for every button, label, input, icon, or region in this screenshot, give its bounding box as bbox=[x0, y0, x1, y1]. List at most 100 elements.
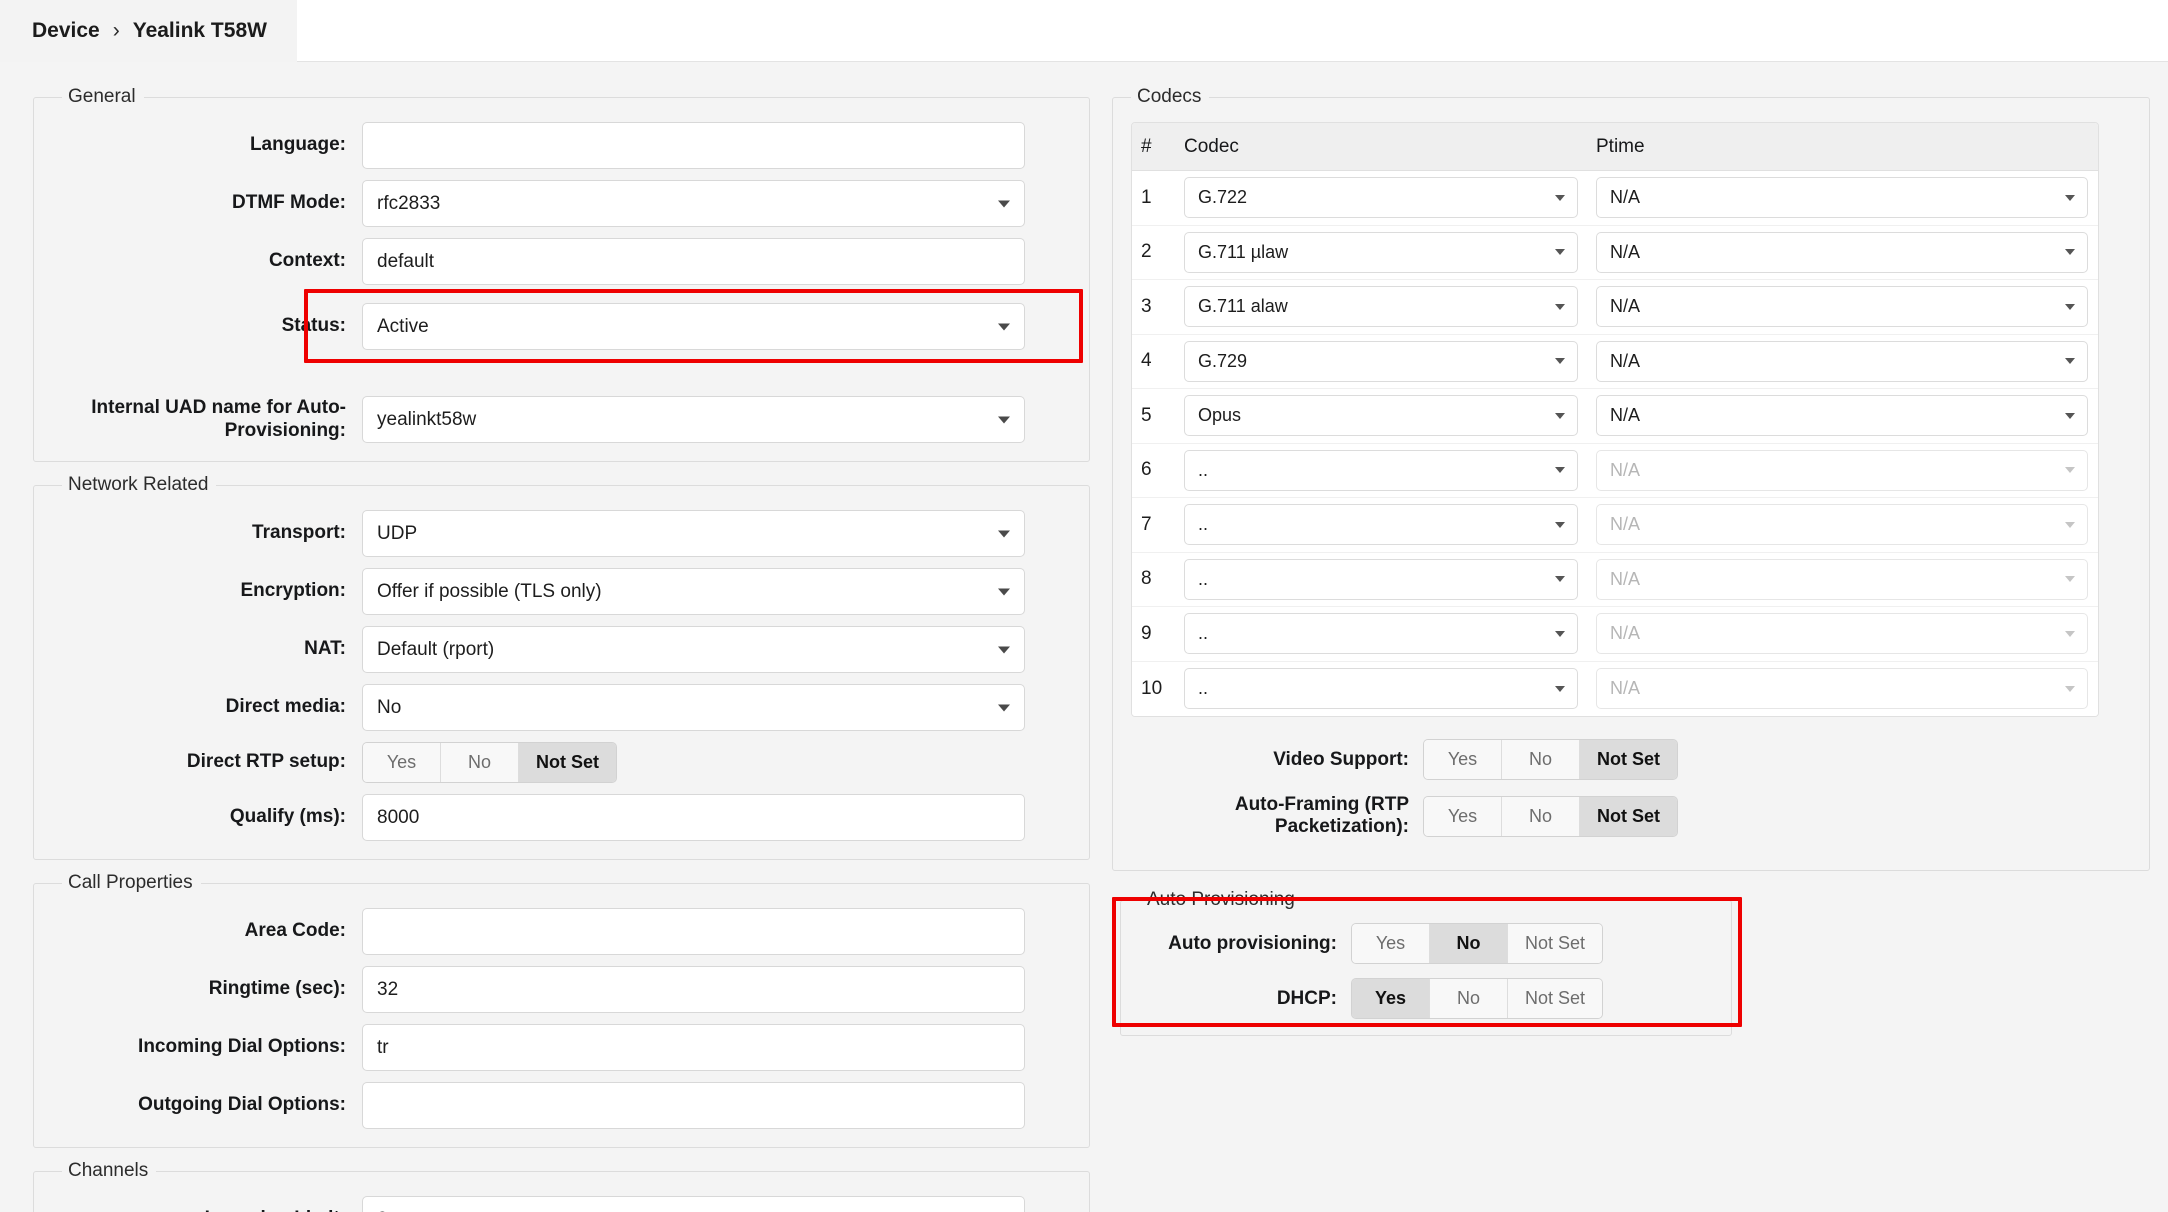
row-number: 4 bbox=[1141, 350, 1152, 372]
field-encryption-label: Encryption: bbox=[240, 580, 346, 602]
ptime-value-9: N/A bbox=[1610, 623, 1641, 644]
dhcp-option-no[interactable]: No bbox=[1430, 979, 1508, 1018]
incoming-dial-options-input[interactable]: tr bbox=[362, 1024, 1025, 1071]
table-row: 2 G.711 µlaw N/A bbox=[1132, 225, 2098, 280]
ptime-select-2[interactable]: N/A bbox=[1596, 231, 2088, 273]
chevron-down-icon bbox=[2065, 576, 2075, 583]
auto-framing-option-yes[interactable]: Yes bbox=[1424, 796, 1502, 836]
codec-select-6[interactable]: .. bbox=[1184, 449, 1578, 491]
field-outgoing-dial-options-label: Outgoing Dial Options: bbox=[138, 1094, 346, 1116]
ptime-value-2: N/A bbox=[1610, 241, 1641, 262]
transport-select[interactable]: UDP bbox=[362, 510, 1025, 557]
section-channels: Channels Incoming Limit: 2 Outgoing Limi… bbox=[33, 1160, 1090, 1212]
ringtime-input[interactable]: 32 bbox=[362, 966, 1025, 1013]
auto-provisioning-option-no[interactable]: No bbox=[1430, 924, 1508, 963]
codec-select-5[interactable]: Opus bbox=[1184, 395, 1578, 437]
codec-select-9[interactable]: .. bbox=[1184, 613, 1578, 655]
video-support-toggle[interactable]: Yes No Not Set bbox=[1423, 739, 1678, 780]
direct-rtp-setup-toggle[interactable]: Yes No Not Set bbox=[362, 742, 617, 783]
video-support-option-yes[interactable]: Yes bbox=[1424, 740, 1502, 779]
field-direct-rtp-setup-label: Direct RTP setup: bbox=[186, 751, 346, 773]
ptime-select-4[interactable]: N/A bbox=[1596, 340, 2088, 382]
field-qualify-ms-label: Qualify (ms): bbox=[229, 806, 346, 828]
field-internal-uad-name: Internal UAD name for Auto-Provisioning:… bbox=[62, 396, 1061, 443]
qualify-ms-input[interactable]: 8000 bbox=[362, 794, 1025, 841]
codec-select-3[interactable]: G.711 alaw bbox=[1184, 286, 1578, 328]
dhcp-option-yes[interactable]: Yes bbox=[1352, 979, 1430, 1018]
auto-framing-option-not-set[interactable]: Not Set bbox=[1580, 796, 1677, 836]
breadcrumb-separator-icon: › bbox=[112, 19, 120, 42]
ptime-select-10: N/A bbox=[1596, 668, 2088, 710]
ptime-select-3[interactable]: N/A bbox=[1596, 286, 2088, 328]
codec-value-6: .. bbox=[1198, 459, 1209, 480]
breadcrumb-root[interactable]: Device bbox=[32, 19, 100, 43]
video-support-option-no[interactable]: No bbox=[1502, 740, 1580, 779]
table-row: 6 .. N/A bbox=[1132, 443, 2098, 498]
ptime-select-5[interactable]: N/A bbox=[1596, 395, 2088, 437]
direct-rtp-setup-option-not-set[interactable]: Not Set bbox=[519, 743, 616, 782]
column-header-codec: Codec bbox=[1184, 135, 1239, 157]
context-input[interactable]: default bbox=[362, 238, 1025, 285]
device-settings-page: General Language: DTMF Mode: rfc2833 Con… bbox=[0, 62, 2168, 1212]
codec-select-2[interactable]: G.711 µlaw bbox=[1184, 231, 1578, 273]
codec-select-8[interactable]: .. bbox=[1184, 558, 1578, 600]
incoming-limit-input[interactable]: 2 bbox=[362, 1196, 1025, 1212]
codec-select-4[interactable]: G.729 bbox=[1184, 340, 1578, 382]
chevron-down-icon bbox=[998, 588, 1010, 595]
chevron-down-icon bbox=[1555, 412, 1565, 419]
auto-provisioning-option-yes[interactable]: Yes bbox=[1352, 924, 1430, 963]
field-incoming-limit-label: Incoming Limit: bbox=[62, 1208, 362, 1212]
outgoing-dial-options-input[interactable] bbox=[362, 1082, 1025, 1129]
nat-select[interactable]: Default (rport) bbox=[362, 626, 1025, 673]
codec-select-1[interactable]: G.722 bbox=[1184, 177, 1578, 219]
breadcrumb-tab-device-yealink-t58w[interactable]: Device › Yealink T58W bbox=[0, 0, 297, 62]
status-select[interactable]: Active bbox=[362, 303, 1025, 350]
codec-select-10[interactable]: .. bbox=[1184, 668, 1578, 710]
table-row: 5 Opus N/A bbox=[1132, 389, 2098, 444]
area-code-input[interactable] bbox=[362, 908, 1025, 955]
field-transport-label: Transport: bbox=[252, 522, 346, 544]
chevron-down-icon bbox=[1555, 630, 1565, 637]
row-number: 6 bbox=[1141, 459, 1152, 481]
auto-framing-option-no[interactable]: No bbox=[1502, 796, 1580, 836]
chevron-down-icon bbox=[1555, 358, 1565, 365]
field-direct-rtp-setup: Direct RTP setup: Yes No Not Set bbox=[62, 742, 1061, 783]
encryption-select[interactable]: Offer if possible (TLS only) bbox=[362, 568, 1025, 615]
direct-media-select[interactable]: No bbox=[362, 684, 1025, 731]
chevron-down-icon bbox=[998, 530, 1010, 537]
section-call-properties: Call Properties Area Code: Ringtime (sec… bbox=[33, 872, 1090, 1148]
field-auto-provisioning-label: Auto provisioning: bbox=[1168, 932, 1337, 954]
section-general: General Language: DTMF Mode: rfc2833 Con… bbox=[33, 86, 1090, 462]
transport-value: UDP bbox=[377, 522, 418, 544]
dhcp-toggle[interactable]: Yes No Not Set bbox=[1351, 978, 1604, 1019]
ptime-select-8: N/A bbox=[1596, 558, 2088, 600]
field-ringtime: Ringtime (sec): 32 bbox=[62, 966, 1061, 1013]
video-support-option-not-set[interactable]: Not Set bbox=[1580, 740, 1677, 779]
direct-rtp-setup-option-yes[interactable]: Yes bbox=[363, 743, 441, 782]
auto-framing-toggle[interactable]: Yes No Not Set bbox=[1423, 795, 1678, 837]
dhcp-option-not-set[interactable]: Not Set bbox=[1508, 979, 1603, 1018]
direct-rtp-setup-option-no[interactable]: No bbox=[441, 743, 519, 782]
internal-uad-name-value: yealinkt58w bbox=[377, 408, 477, 430]
dtmf-mode-value: rfc2833 bbox=[377, 192, 441, 214]
dtmf-mode-select[interactable]: rfc2833 bbox=[362, 180, 1025, 227]
right-column: Codecs # Codec Ptime 1 G.722 N/A 2 G.711… bbox=[1090, 62, 2150, 1036]
section-auto-provisioning-title: Auto Provisioning bbox=[1147, 889, 1295, 910]
auto-provisioning-option-not-set[interactable]: Not Set bbox=[1508, 924, 1603, 963]
chevron-down-icon bbox=[2065, 194, 2075, 201]
chevron-down-icon bbox=[1555, 194, 1565, 201]
table-row: 4 G.729 N/A bbox=[1132, 334, 2098, 389]
field-video-support: Video Support: Yes No Not Set bbox=[1131, 739, 2121, 780]
row-number: 7 bbox=[1141, 513, 1152, 535]
ptime-select-1[interactable]: N/A bbox=[1596, 177, 2088, 219]
language-input[interactable] bbox=[362, 122, 1025, 169]
codecs-table: # Codec Ptime 1 G.722 N/A 2 G.711 µlaw N… bbox=[1131, 122, 2099, 717]
auto-provisioning-toggle[interactable]: Yes No Not Set bbox=[1351, 923, 1604, 964]
chevron-down-icon bbox=[2065, 630, 2075, 637]
codec-value-2: G.711 µlaw bbox=[1198, 241, 1289, 262]
codec-select-7[interactable]: .. bbox=[1184, 504, 1578, 546]
chevron-down-icon bbox=[998, 200, 1010, 207]
internal-uad-name-select[interactable]: yealinkt58w bbox=[362, 396, 1025, 443]
section-channels-title: Channels bbox=[68, 1160, 149, 1181]
ptime-value-7: N/A bbox=[1610, 514, 1641, 535]
